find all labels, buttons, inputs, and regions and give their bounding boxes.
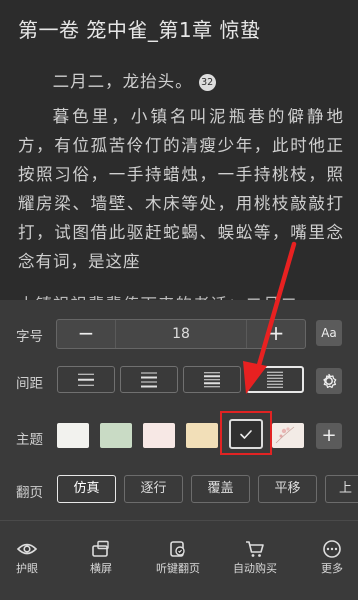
chapter-title: 第一卷 笼中雀_第1章 惊蛰 [18,18,261,42]
spacing-option-tight[interactable] [246,366,304,393]
cart-icon [246,541,264,557]
font-decrease-button[interactable]: − [57,320,116,348]
line-spacing-icon [141,372,157,387]
bottom-item-label: 护眼 [16,562,38,575]
page-turn-option-slide[interactable]: 平移 [258,475,317,503]
font-size-label: 字号 [16,329,43,345]
spacing-option-loose[interactable] [57,366,115,393]
page-turn-option-cover[interactable]: 覆盖 [191,475,250,503]
paragraph: 小镇祖祖辈辈传下来的老话：二月二， [18,290,344,300]
font-size-stepper: − 18 + [56,319,306,349]
bottom-item-label: 听键翻页 [156,562,200,575]
font-increase-button[interactable]: + [246,320,305,348]
eye-protection-button[interactable]: 护眼 [0,532,62,576]
line-spacing-icon [204,371,220,388]
paragraph: 二月二，龙抬头。 32 [18,67,344,96]
font-size-value: 18 [172,326,190,342]
comment-count-badge[interactable]: 32 [198,74,216,91]
theme-swatch-white[interactable] [57,423,89,448]
page-turn-label: 翻页 [16,485,43,501]
line-spacing-icon [78,373,94,386]
font-type-button[interactable]: Aa [316,320,342,346]
page-turn-option-vertical[interactable]: 上下 [325,475,358,503]
eye-icon [16,543,38,555]
theme-swatch-floral[interactable] [272,423,304,448]
divider [0,520,358,521]
more-button[interactable]: 更多 [297,532,358,576]
theme-label: 主题 [16,432,43,448]
auto-purchase-button[interactable]: 自动购买 [220,532,290,576]
add-theme-button[interactable]: + [316,423,342,449]
volume-key-page-button[interactable]: 听键翻页 [143,532,213,576]
theme-swatch-green[interactable] [100,423,132,448]
line-spacing-icon [267,371,283,388]
reading-area[interactable]: 第一卷 笼中雀_第1章 惊蛰 二月二，龙抬头。 32 暮色里，小镇名叫泥瓶巷的僻静… [0,0,358,300]
more-icon [323,540,341,558]
rotate-screen-icon [92,540,109,557]
spacing-label: 间距 [16,376,43,392]
spacing-option-medium[interactable] [120,366,178,393]
paragraph: 暮色里，小镇名叫泥瓶巷的僻静地方，有位孤苦伶仃的清瘦少年，此时他正按照习俗，一手… [18,107,344,271]
theme-swatch-pink[interactable] [143,423,175,448]
page-turn-option-line[interactable]: 逐行 [124,475,183,503]
spacing-option-compact[interactable] [183,366,241,393]
paragraph-text: 二月二，龙抬头。 [52,72,193,91]
gear-icon[interactable] [316,368,342,394]
bottom-item-label: 横屏 [90,562,112,575]
landscape-button[interactable]: 横屏 [66,532,136,576]
bottom-item-label: 更多 [321,562,343,575]
bottom-item-label: 自动购买 [233,562,277,575]
annotation-highlight-box [220,411,272,455]
page-turn-option-simulation[interactable]: 仿真 [57,475,116,503]
volume-page-icon [170,541,185,557]
theme-swatch-yellow[interactable] [186,423,218,448]
